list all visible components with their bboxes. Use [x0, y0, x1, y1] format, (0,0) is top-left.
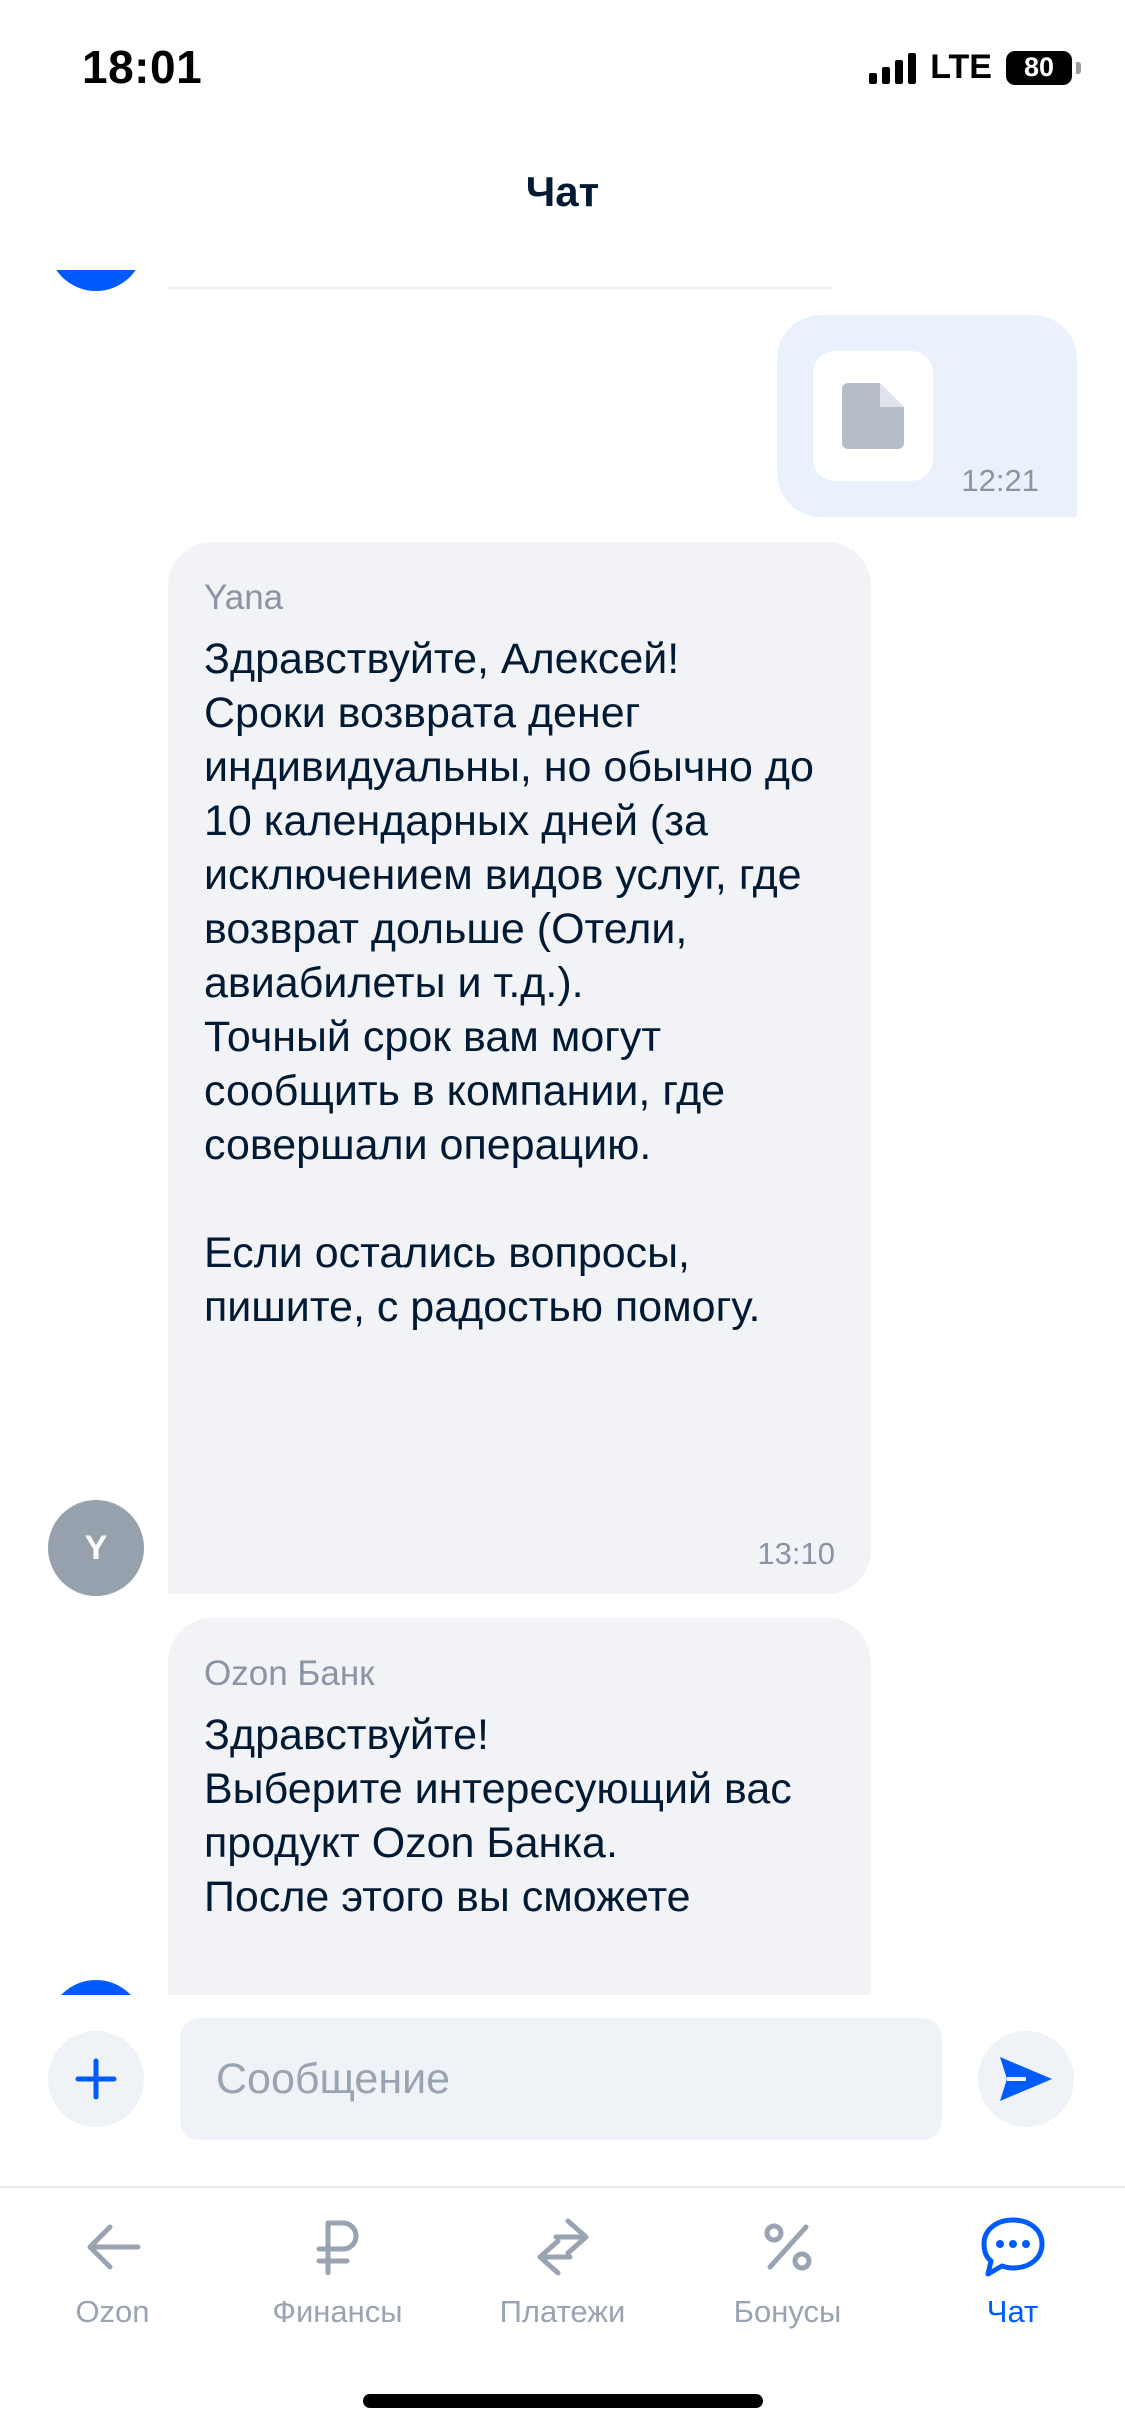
send-icon	[1000, 2057, 1052, 2101]
file-attachment[interactable]	[813, 351, 933, 481]
bottom-navigation: Ozon Финансы Платежи Бонусы Чат	[0, 2188, 1125, 2348]
home-indicator	[363, 2394, 763, 2408]
attach-button[interactable]	[48, 2031, 144, 2127]
arrow-left-icon	[87, 2224, 140, 2270]
nav-item-finance[interactable]: Финансы	[225, 2188, 450, 2348]
avatar: Y	[48, 1500, 144, 1596]
message-sender: Yana	[204, 578, 284, 617]
nav-label: Бонусы	[733, 2294, 842, 2329]
nav-label: Финансы	[272, 2294, 403, 2329]
message-text: Здравствуйте, Алексей! Сроки возврата де…	[204, 635, 814, 1331]
avatar	[48, 1980, 144, 1995]
signal-strength-icon	[869, 52, 917, 84]
battery-icon: 80	[1006, 50, 1072, 85]
plus-icon	[75, 2058, 117, 2100]
nav-item-payments[interactable]: Платежи	[450, 2188, 675, 2348]
avatar	[48, 270, 144, 291]
network-type: LTE	[930, 48, 992, 86]
percent-icon	[764, 2223, 811, 2271]
status-bar: 18:01 LTE 80	[0, 0, 1125, 130]
document-icon	[842, 383, 904, 449]
message-composer	[0, 2018, 1125, 2140]
incoming-message: Yana Здравствуйте, Алексей! Сроки возвра…	[168, 542, 871, 1594]
outgoing-file-message[interactable]: 12:21	[777, 315, 1077, 517]
incoming-message: Ozon Банк Здравствуйте! Выберите интерес…	[168, 1618, 871, 1995]
nav-label: Чат	[986, 2294, 1039, 2329]
message-sender: Ozon Банк	[204, 1654, 375, 1693]
page-title: Чат	[525, 168, 600, 215]
message-time: 12:21	[961, 463, 1039, 498]
nav-item-chat[interactable]: Чат	[900, 2188, 1125, 2348]
chat-messages[interactable]: 12:21 Yana Здравствуйте, Алексей! Сроки …	[0, 270, 1125, 1995]
battery-tip	[1076, 61, 1081, 74]
send-button[interactable]	[978, 2031, 1074, 2127]
status-indicators: LTE 80	[869, 48, 1081, 87]
nav-label: Ozon	[75, 2294, 150, 2329]
message-time: 13:10	[757, 1536, 835, 1571]
chat-bubble-icon	[981, 2217, 1044, 2277]
message-input[interactable]	[180, 2018, 942, 2140]
battery-level: 80	[1023, 52, 1055, 82]
message-divider	[168, 287, 833, 289]
message-text: Здравствуйте! Выберите интересующий вас …	[204, 1711, 792, 1921]
nav-item-bonuses[interactable]: Бонусы	[675, 2188, 900, 2348]
status-time: 18:01	[82, 41, 203, 93]
ruble-icon	[316, 2220, 358, 2275]
nav-item-ozon[interactable]: Ozon	[0, 2188, 225, 2348]
transfer-arrows-icon	[537, 2218, 588, 2276]
nav-label: Платежи	[499, 2294, 626, 2329]
